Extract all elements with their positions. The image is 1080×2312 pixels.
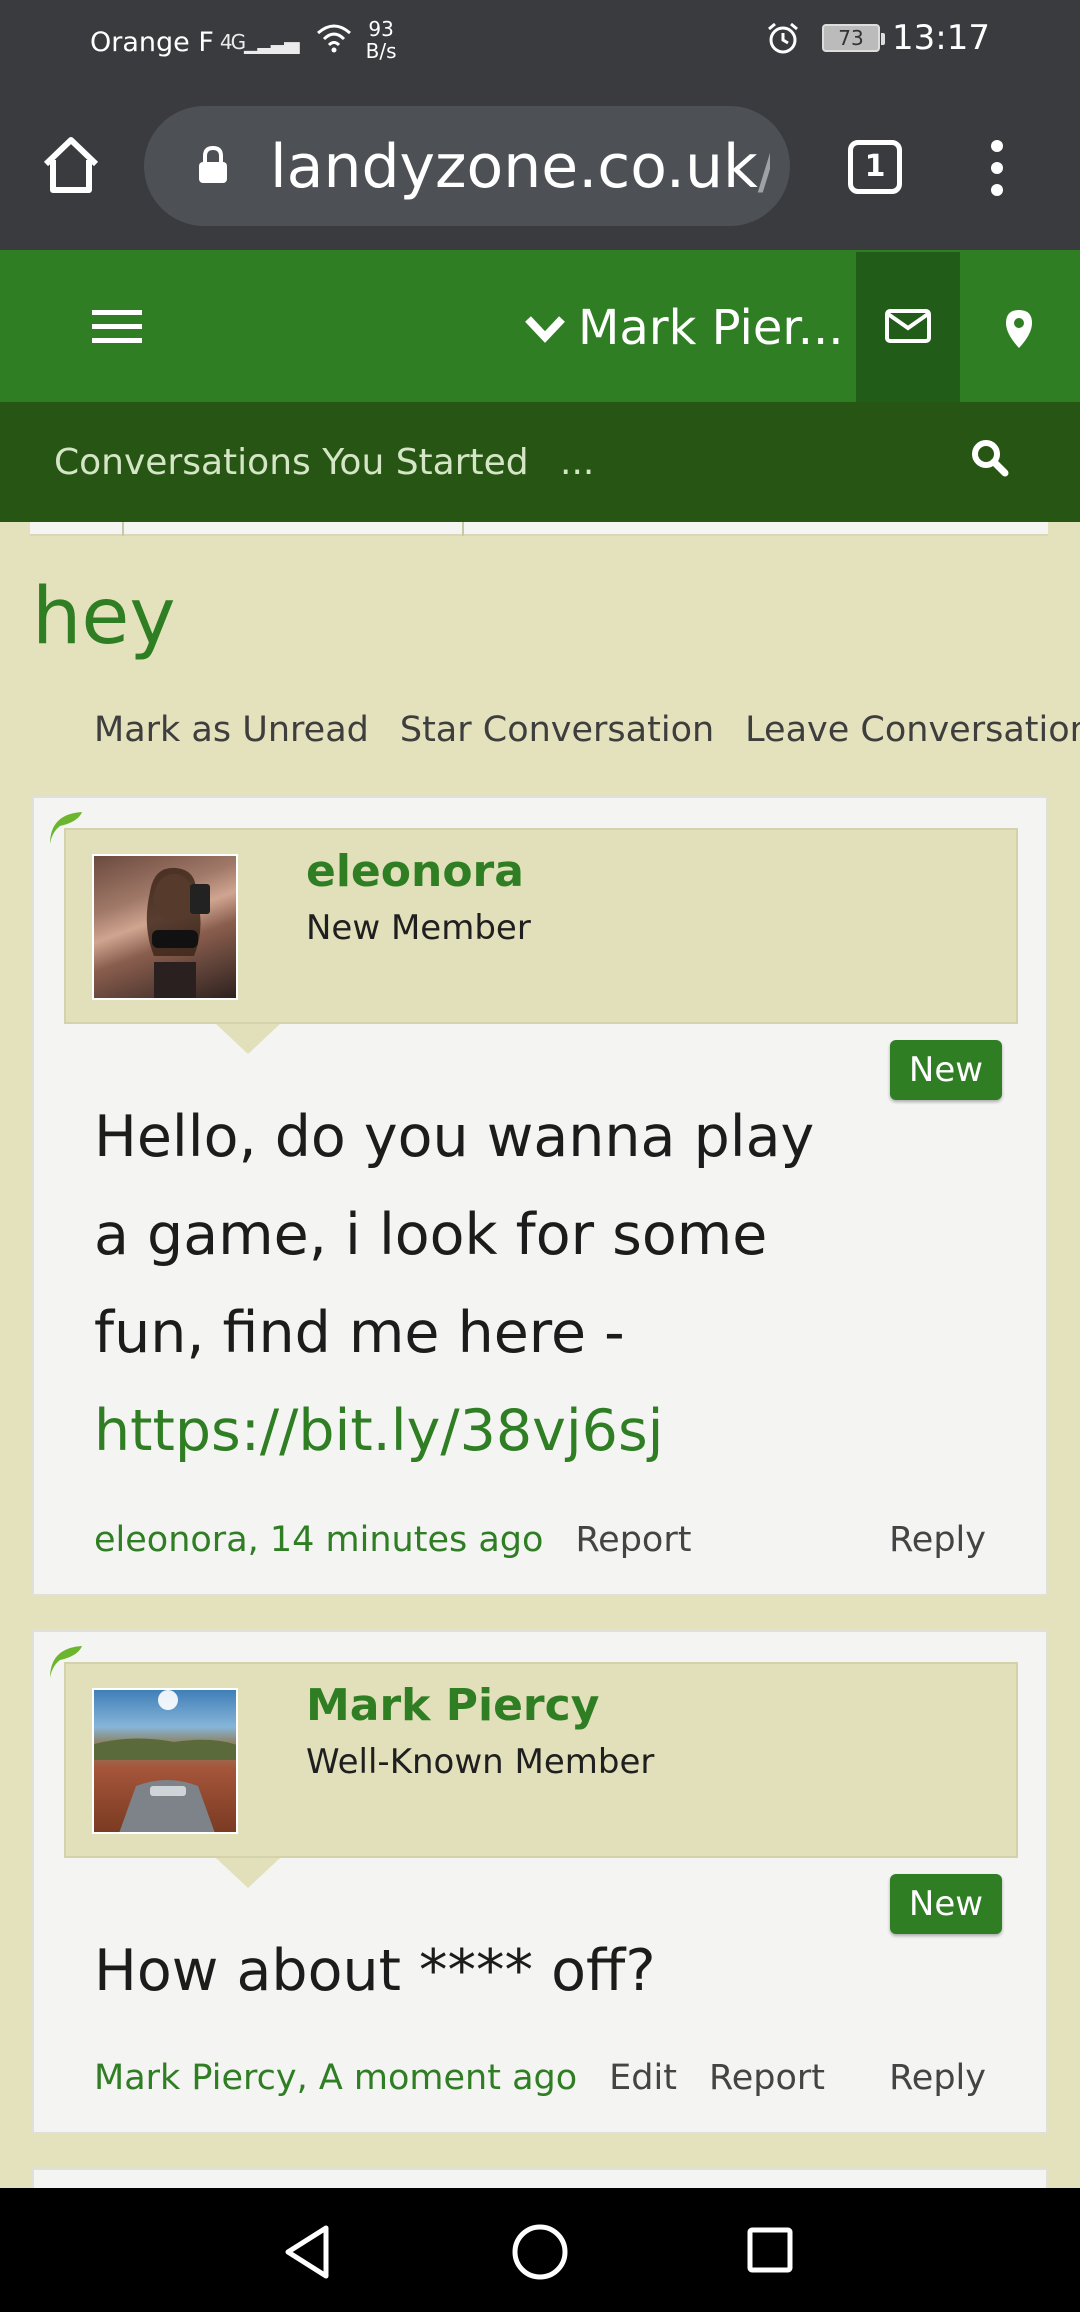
url-path: /c	[758, 132, 770, 202]
message-text: Hello, do you wanna play a game, i look …	[94, 1104, 815, 1366]
carrier-name: Orange F	[90, 26, 214, 58]
report-link[interactable]: Report	[575, 1520, 691, 1560]
avatar[interactable]	[92, 854, 238, 1000]
system-navigation-bar	[0, 2188, 1080, 2312]
hamburger-menu-icon[interactable]	[92, 310, 142, 344]
recent-apps-icon[interactable]	[746, 2226, 794, 2274]
speed-unit: B/s	[365, 39, 397, 63]
nav-more-button[interactable]: ...	[560, 442, 594, 483]
online-indicator-icon	[50, 812, 82, 844]
avatar[interactable]	[92, 1688, 238, 1834]
message-meta: Mark Piercy, A moment ago Edit Report	[94, 2058, 825, 2098]
alerts-button[interactable]	[960, 252, 1080, 402]
message-card: eleonora New Member New Hello, do you wa…	[32, 796, 1048, 1596]
tab-switcher-button[interactable]: 1	[848, 140, 902, 194]
network-type: 4G	[219, 30, 246, 54]
url-text: landyzone.co.uk/c	[270, 132, 770, 202]
search-icon[interactable]	[970, 438, 1010, 478]
battery-icon: 73	[822, 24, 886, 52]
breadcrumb	[30, 522, 1048, 536]
lock-icon	[199, 146, 227, 183]
message-username[interactable]: eleonora	[306, 846, 524, 897]
leave-conversation-link[interactable]: Leave Conversation	[745, 710, 1080, 750]
nav-conversations-you-started[interactable]: Conversations You Started	[54, 442, 529, 483]
status-left: Orange F 4G▁▂▃▄ 93 B/s	[90, 18, 397, 62]
message-link[interactable]: https://bit.ly/38vj6sj	[94, 1398, 663, 1464]
mark-unread-link[interactable]: Mark as Unread	[94, 710, 369, 750]
envelope-icon	[885, 309, 931, 343]
network-speed: 93 B/s	[366, 18, 397, 62]
edit-link[interactable]: Edit	[609, 2058, 677, 2098]
reply-link[interactable]: Reply	[889, 2058, 986, 2098]
speed-value: 93	[368, 17, 394, 41]
account-menu-button[interactable]: Mark Pier...	[524, 300, 843, 356]
browser-toolbar: landyzone.co.uk/c 1	[0, 82, 1080, 250]
message-byline[interactable]: Mark Piercy, A moment ago	[94, 2058, 577, 2098]
url-domain: landyzone.co.uk	[270, 132, 758, 202]
page-title: hey	[32, 572, 176, 662]
message-meta: eleonora, 14 minutes ago Report	[94, 1520, 691, 1560]
home-icon[interactable]	[38, 132, 104, 198]
wifi-icon	[316, 23, 352, 61]
status-right: 73 13:17	[766, 18, 990, 58]
message-user-block: Mark Piercy Well-Known Member	[64, 1662, 1018, 1888]
message-text: How about **** off?	[94, 1938, 656, 2004]
site-header: Mark Pier...	[0, 250, 1080, 402]
status-bar: Orange F 4G▁▂▃▄ 93 B/s 73 13:17	[0, 0, 1080, 82]
reply-link[interactable]: Reply	[889, 1520, 986, 1560]
account-name: Mark Pier...	[578, 300, 844, 356]
message-card: Mark Piercy Well-Known Member New How ab…	[32, 1630, 1048, 2134]
user-title: Well-Known Member	[306, 1742, 655, 1782]
home-circle-icon[interactable]	[510, 2222, 570, 2282]
inbox-button[interactable]	[856, 252, 960, 402]
report-link[interactable]: Report	[709, 2058, 825, 2098]
signal-icon: 4G▁▂▃▄	[219, 30, 300, 54]
map-marker-icon	[1006, 310, 1032, 348]
user-title: New Member	[306, 908, 531, 948]
alarm-icon	[768, 22, 798, 54]
address-bar[interactable]: landyzone.co.uk/c	[144, 106, 790, 226]
message-body: How about **** off?	[94, 1922, 854, 2020]
message-username[interactable]: Mark Piercy	[306, 1680, 599, 1731]
clock: 13:17	[892, 18, 990, 58]
message-user-block: eleonora New Member	[64, 828, 1018, 1054]
online-indicator-icon	[50, 1646, 82, 1678]
chevron-down-icon	[525, 316, 565, 343]
message-byline[interactable]: eleonora, 14 minutes ago	[94, 1520, 543, 1560]
sub-navigation: Conversations You Started ...	[0, 402, 1080, 522]
new-badge: New	[890, 1874, 1002, 1934]
star-conversation-link[interactable]: Star Conversation	[400, 710, 714, 750]
more-menu-icon[interactable]	[982, 138, 1012, 198]
back-icon[interactable]	[282, 2224, 332, 2280]
message-body: Hello, do you wanna play a game, i look …	[94, 1088, 854, 1480]
new-badge: New	[890, 1040, 1002, 1100]
conversation-actions: Mark as Unread Star Conversation Leave C…	[94, 710, 1080, 750]
